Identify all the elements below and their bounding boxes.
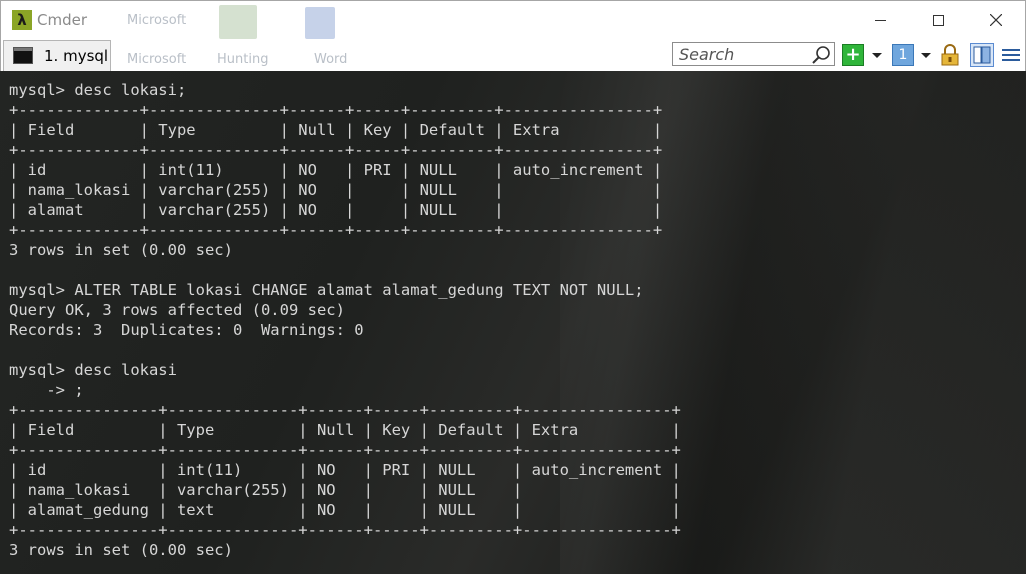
minimize-icon [874,19,886,21]
desktop-label-0: Microsoft [127,13,187,28]
terminal-line: Query OK, 3 rows affected (0.09 sec) [9,301,345,319]
console-list-dropdown-icon[interactable] [921,53,931,58]
menu-icon-bar [1002,49,1020,51]
desktop-app-icon [219,5,257,39]
terminal-line: | id | int(11) | NO | PRI | NULL | auto_… [9,161,663,179]
terminal-line: -> ; [9,381,84,399]
terminal-line: | Field | Type | Null | Key | Default | … [9,421,681,439]
menu-icon-bar [1002,59,1020,61]
terminal-line: | alamat_gedung | text | NO | | NULL | | [9,501,681,519]
terminal-line: mysql> desc lokasi; [9,81,187,99]
tab-bar: Microsoft Hunting Word 1. mysql + 1 [0,40,1026,71]
desktop-label-1: Hunting [217,52,269,67]
close-button[interactable] [967,1,1025,39]
menu-icon-bar [1002,54,1020,56]
search-box[interactable] [672,42,835,66]
terminal-line: +---------------+--------------+------+-… [9,401,681,419]
new-console-button[interactable]: + [842,44,864,66]
maximize-button[interactable] [909,1,967,39]
terminal-output: mysql> desc lokasi; +-------------+------… [9,80,681,560]
minimize-button[interactable] [851,1,909,39]
close-icon [990,14,1002,26]
maximize-icon [932,14,944,26]
terminal-line: 3 rows in set (0.00 sec) [9,541,233,559]
terminal-line: mysql> ALTER TABLE lokasi CHANGE alamat … [9,281,644,299]
terminal-line: | id | int(11) | NO | PRI | NULL | auto_… [9,461,681,479]
console-number-icon: 1 [898,47,908,63]
search-input[interactable] [673,43,811,65]
terminal-line: | nama_lokasi | varchar(255) | NO | | NU… [9,181,663,199]
console-list-button[interactable]: 1 [892,44,914,66]
terminal-line: +---------------+--------------+------+-… [9,441,681,459]
word-app-icon [305,7,335,39]
terminal-line: | alamat | varchar(255) | NO | | NULL | … [9,201,663,219]
desktop-label-2: Word [314,52,348,67]
terminal-line: | Field | Type | Null | Key | Default | … [9,121,663,139]
title-bar[interactable]: λ Cmder Microsoft [0,0,1026,40]
plus-icon: + [845,44,861,65]
terminal-line: Records: 3 Duplicates: 0 Warnings: 0 [9,321,364,339]
new-console-dropdown-icon[interactable] [872,53,882,58]
terminal-line: +-------------+--------------+------+---… [9,101,663,119]
terminal-line: +---------------+--------------+------+-… [9,521,681,539]
split-view-button[interactable] [970,43,994,67]
terminal-line: | nama_lokasi | varchar(255) | NO | | NU… [9,481,681,499]
terminal-line: 3 rows in set (0.00 sec) [9,241,233,259]
tab-mysql[interactable]: 1. mysql [3,40,111,71]
search-icon[interactable] [811,45,831,65]
terminal-line: mysql> desc lokasi [9,361,177,379]
split-view-icon [973,46,991,64]
console-icon [13,47,33,64]
terminal-line: +-------------+--------------+------+---… [9,141,663,159]
window-title: Cmder [37,11,88,29]
menu-button[interactable] [1001,44,1021,66]
lock-icon [941,44,959,66]
desktop-label-0-tab: Microsoft [127,52,187,67]
terminal-console[interactable]: mysql> desc lokasi; +-------------+------… [0,71,1026,574]
cmder-lambda-icon: λ [12,10,32,30]
terminal-line: +-------------+--------------+------+---… [9,221,663,239]
lock-button[interactable] [940,44,960,66]
tab-label: 1. mysql [44,47,109,65]
